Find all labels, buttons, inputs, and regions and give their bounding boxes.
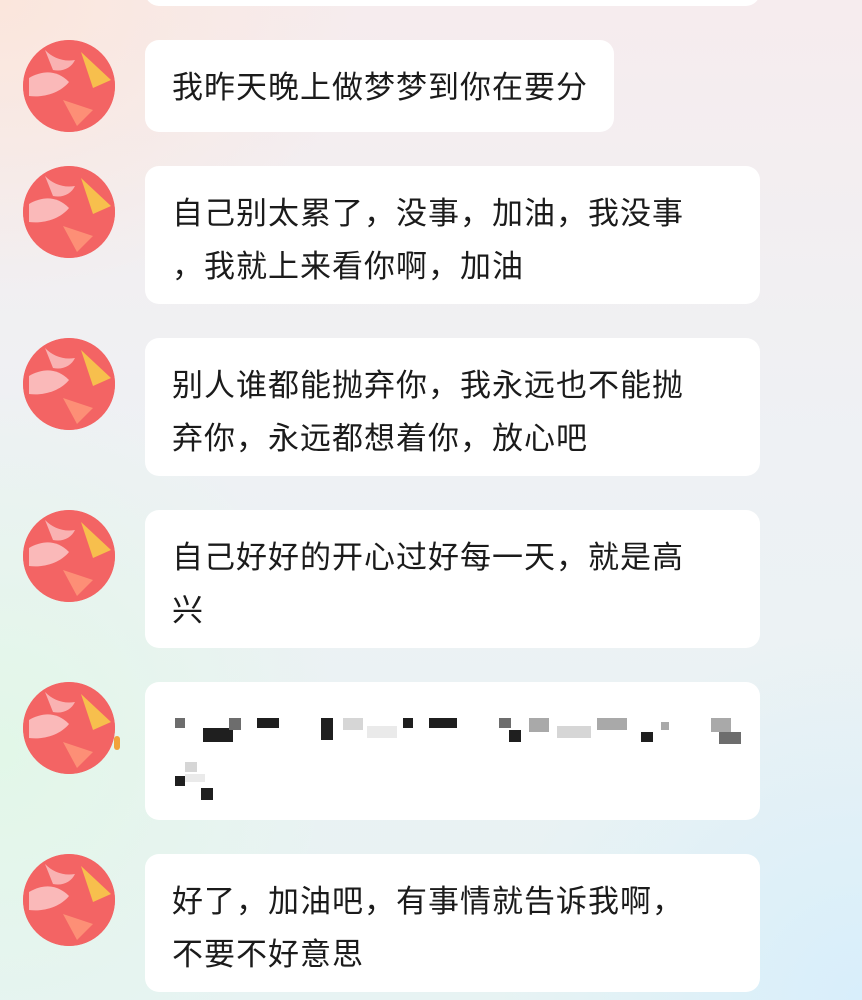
redaction-block [343,718,363,730]
redaction-block [367,726,397,738]
redacted-content [145,682,760,820]
redaction-block [597,718,627,730]
redaction-block [509,730,521,742]
message-text-line: 弃你，永远都想着你，放心吧 [172,421,588,457]
message-bubble[interactable]: 我昨天晚上做梦梦到你在要分 [145,40,614,132]
redaction-block [185,774,205,782]
message-bubble[interactable]: 别人谁都能抛弃你，我永远也不能抛 弃你，永远都想着你，放心吧 [145,338,760,476]
redaction-block [429,718,457,728]
redaction-block [175,776,185,786]
contact-avatar-icon[interactable] [23,682,115,774]
redaction-block [499,718,511,728]
redaction-block [321,718,333,740]
message-text-line: 别人谁都能抛弃你，我永远也不能抛 [172,368,684,404]
redaction-block [175,718,185,728]
avatar-image [23,338,115,430]
redaction-block [661,722,669,730]
message-text-line: 兴 [172,593,204,629]
redaction-block [201,788,213,800]
avatar-image [23,854,115,946]
chat-message-list[interactable]: 我昨天晚上做梦梦到你在要分 自己别太累了，没事，加油，我没事 ，我就上来看你啊，… [0,0,862,1000]
message-text-line: 不要不好意思 [172,937,364,973]
message-text-line: 自己好好的开心过好每一天，就是高 [172,540,684,576]
message-bubble[interactable]: 好了，加油吧，有事情就告诉我啊， 不要不好意思 [145,854,760,992]
message-bubble[interactable]: 自己别太累了，没事，加油，我没事 ，我就上来看你啊，加油 [145,166,760,304]
redaction-block [185,762,197,772]
avatar-image [23,510,115,602]
redaction-block [257,718,279,728]
redaction-block [529,718,549,732]
redaction-block [203,728,233,742]
contact-avatar-icon[interactable] [23,166,115,258]
redaction-block [641,732,653,742]
contact-avatar-icon[interactable] [23,854,115,946]
previous-message-bubble [145,0,760,6]
message-bubble[interactable]: 自己好好的开心过好每一天，就是高 兴 [145,510,760,648]
message-text-line: ，我就上来看你啊，加油 [172,249,524,285]
message-text: 我昨天晚上做梦梦到你在要分 [172,70,588,106]
redaction-block [711,718,731,732]
redacted-message-bubble[interactable] [145,682,760,820]
redaction-block [557,726,591,738]
contact-avatar-icon[interactable] [23,510,115,602]
unread-marker [114,736,120,750]
avatar-image [23,40,115,132]
avatar-image [23,166,115,258]
redaction-block [719,732,741,744]
redaction-block [403,718,413,728]
redaction-block [229,718,241,730]
contact-avatar-icon[interactable] [23,338,115,430]
message-text-line: 好了，加油吧，有事情就告诉我啊， [172,884,684,920]
avatar-image [23,682,115,774]
message-text-line: 自己别太累了，没事，加油，我没事 [172,196,684,232]
contact-avatar-icon[interactable] [23,40,115,132]
